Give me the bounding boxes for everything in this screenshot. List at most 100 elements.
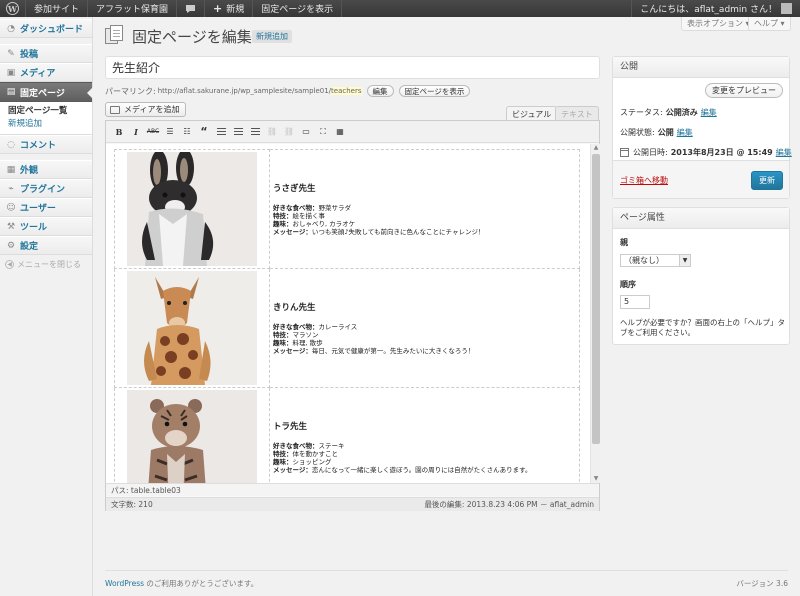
collapse-arrow-icon: ◀	[5, 259, 14, 269]
wordpress-logo-icon[interactable]: W	[0, 0, 26, 17]
food-value: ステーキ	[318, 442, 345, 450]
permalink-slug[interactable]: teachers	[331, 87, 362, 95]
teacher-food: 好きな食べ物：野菜サラダ	[273, 204, 579, 212]
tab-text[interactable]: テキスト	[555, 106, 599, 121]
strikethrough-icon[interactable]: ABC	[146, 125, 160, 139]
align-right-icon[interactable]	[248, 125, 262, 139]
insert-more-icon[interactable]: ▭	[299, 125, 313, 139]
sidebar-item-label: 投稿	[20, 50, 39, 60]
add-new-page-button[interactable]: 新規追加	[252, 30, 292, 43]
comments-link[interactable]	[177, 0, 206, 17]
order-input[interactable]: 5	[620, 295, 650, 309]
sidebar-item-label: 外観	[20, 166, 39, 176]
submenu-add-new[interactable]: 新規追加	[8, 118, 92, 131]
settings-icon: ⚙	[6, 240, 16, 251]
food-label: 好きな食べ物：	[273, 204, 319, 212]
scrollbar-thumb[interactable]	[592, 154, 600, 444]
skill-value: 絵を描く事	[292, 212, 326, 220]
sidebar-item-posts[interactable]: ✎ 投稿	[0, 44, 92, 63]
sidebar-item-plugins[interactable]: ⌁ プラグイン	[0, 179, 92, 198]
kitchen-sink-icon[interactable]: ▦	[333, 125, 347, 139]
sidebar-item-media[interactable]: ▣ メディア	[0, 63, 92, 82]
editor-toolbar: B I ABC ☰ ☷ “ ⛓ ⛓ ▭ ⛶ ▦	[106, 121, 599, 143]
fullscreen-icon[interactable]: ⛶	[316, 125, 330, 139]
insert-link-icon[interactable]: ⛓	[265, 125, 279, 139]
sidebar-item-users[interactable]: ☺ ユーザー	[0, 198, 92, 217]
pushpin-icon: ✎	[7, 48, 15, 59]
edit-status-link[interactable]: 編集	[701, 107, 717, 118]
sidebar-item-label: コメント	[20, 141, 57, 151]
publish-actions: ゴミ箱へ移動 更新	[613, 160, 789, 198]
footer-thanks-text: のご利用ありがとうございます。	[144, 579, 259, 588]
post-title-input[interactable]: 先生紹介	[105, 56, 600, 79]
hobby-label: 趣味：	[273, 220, 293, 228]
visibility-row: 公開状態: 公開 編集	[620, 127, 693, 138]
new-content-link[interactable]: + 新規	[205, 0, 254, 17]
add-media-button[interactable]: メディアを追加	[105, 102, 187, 117]
teacher-hobby: 趣味：料理, 散歩	[273, 339, 579, 347]
move-to-trash-link[interactable]: ゴミ箱へ移動	[620, 175, 668, 186]
status-row: ステータス: 公開済み 編集	[620, 107, 717, 118]
pages-title-icon	[105, 25, 125, 45]
page-title: 固定ページを編集	[132, 28, 252, 46]
content-editor: B I ABC ☰ ☷ “ ⛓ ⛓ ▭ ⛶ ▦ うさぎ先生 好きな食べ物：野菜サ…	[105, 120, 600, 511]
bold-icon[interactable]: B	[112, 125, 126, 139]
screen-options-button[interactable]: 表示オプション ▾	[681, 17, 756, 31]
plus-icon: +	[213, 2, 223, 15]
hobby-value: ショッピング	[292, 458, 332, 466]
page-attributes-title[interactable]: ページ属性	[613, 208, 789, 229]
sidebar-item-comments[interactable]: ◌ コメント	[0, 135, 92, 154]
edit-permalink-button[interactable]: 編集	[366, 85, 394, 97]
teacher-hobby: 趣味：おしゃべり, カラオケ	[273, 220, 579, 228]
table-cell-photo	[114, 149, 270, 269]
submenu-all-pages[interactable]: 固定ページ一覧	[8, 105, 92, 118]
permalink-url[interactable]: http://aflat.sakurane.jp/wp_samplesite/s…	[158, 87, 331, 95]
editor-content-area[interactable]: うさぎ先生 好きな食べ物：野菜サラダ 特技：絵を描く事 趣味：おしゃべり, カラ…	[106, 144, 590, 483]
sidebar-item-dashboard[interactable]: ◔ ダッシュボード	[0, 19, 92, 38]
sidebar-item-settings[interactable]: ⚙ 設定	[0, 236, 92, 255]
collapse-menu-button[interactable]: ◀ メニューを閉じる	[0, 255, 92, 273]
update-button[interactable]: 更新	[751, 171, 783, 190]
edit-date-link[interactable]: 編集	[776, 147, 792, 158]
scroll-down-icon[interactable]: ▼	[591, 475, 601, 483]
admin-bar: W 参加サイト アフラット保育園 + 新規 固定ページを表示 こんにちは、afl…	[0, 0, 800, 17]
wordpress-link[interactable]: WordPress	[105, 579, 144, 588]
table-cell-info: うさぎ先生 好きな食べ物：野菜サラダ 特技：絵を描く事 趣味：おしゃべり, カラ…	[269, 149, 580, 269]
site-name-link[interactable]: アフラット保育園	[88, 0, 178, 17]
teacher-skill: 特技：絵を描く事	[273, 212, 579, 220]
numbered-list-icon[interactable]: ☷	[180, 125, 194, 139]
message-label: メッセージ：	[273, 228, 312, 236]
table-cell-photo	[114, 268, 270, 388]
scroll-up-icon[interactable]: ▲	[591, 144, 601, 152]
blockquote-icon[interactable]: “	[197, 125, 211, 139]
unlink-icon[interactable]: ⛓	[282, 125, 296, 139]
tab-visual[interactable]: ビジュアル	[506, 106, 558, 121]
teacher-name: うさぎ先生	[273, 184, 316, 194]
italic-icon[interactable]: I	[129, 125, 143, 139]
align-center-icon[interactable]	[231, 125, 245, 139]
editor-scrollbar[interactable]: ▲ ▼	[590, 144, 600, 483]
appearance-icon: ▦	[6, 164, 16, 175]
parent-select[interactable]: （親なし） ▼	[620, 254, 691, 267]
sidebar-item-tools[interactable]: ⚒ ツール	[0, 217, 92, 236]
skill-value: マラソン	[292, 331, 319, 339]
my-account-link[interactable]: こんにちは、aflat_admin さん！	[631, 0, 800, 17]
my-sites-link[interactable]: 参加サイト	[26, 0, 89, 17]
teacher-skill: 特技：マラソン	[273, 331, 579, 339]
publish-box-title[interactable]: 公開	[613, 57, 789, 78]
sidebar-item-appearance[interactable]: ▦ 外観	[0, 160, 92, 179]
align-left-icon[interactable]	[214, 125, 228, 139]
view-page-button[interactable]: 固定ページを表示	[398, 85, 471, 97]
edit-visibility-link[interactable]: 編集	[677, 127, 693, 138]
date-label: 公開日時:	[633, 148, 668, 157]
rabbit-photo	[127, 152, 257, 266]
preview-changes-button[interactable]: 変更をプレビュー	[705, 83, 783, 98]
bullet-list-icon[interactable]: ☰	[163, 125, 177, 139]
skill-label: 特技：	[273, 450, 293, 458]
view-page-link[interactable]: 固定ページを表示	[253, 0, 343, 17]
help-button[interactable]: ヘルプ ▾	[748, 17, 791, 31]
rabbit-figurine-icon	[127, 152, 257, 266]
sidebar-item-label: プラグイン	[20, 185, 66, 195]
sidebar-item-pages[interactable]: ▤ 固定ページ	[0, 82, 93, 102]
publish-box: 公開 変更をプレビュー ステータス: 公開済み 編集 公開状態: 公開 編集 公…	[612, 56, 792, 199]
